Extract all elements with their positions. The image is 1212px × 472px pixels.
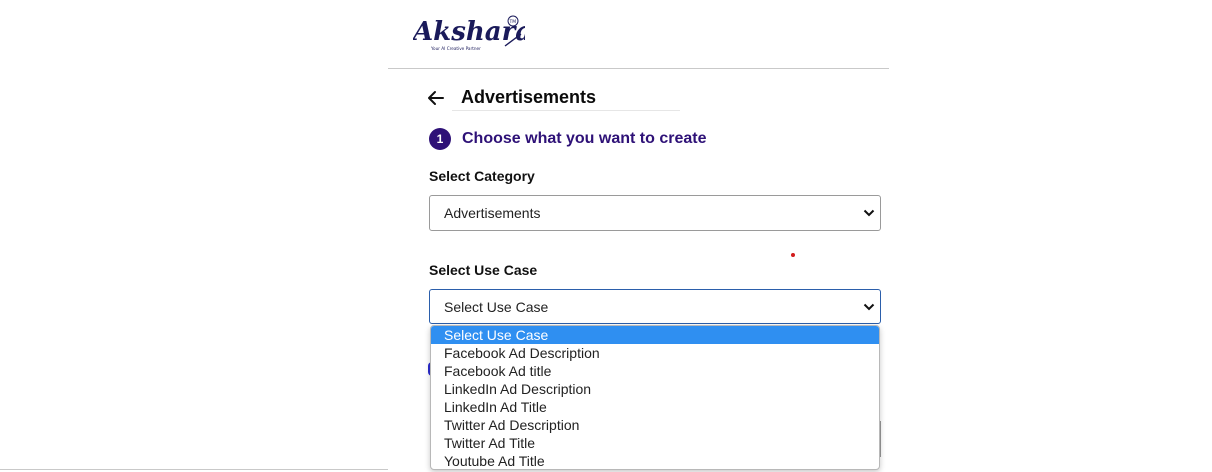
category-select-value: Advertisements [444,205,541,221]
chevron-down-icon [863,209,875,217]
dropdown-option[interactable]: LinkedIn Ad Title [431,398,879,416]
dropdown-option[interactable]: LinkedIn Ad Description [431,380,879,398]
category-label: Select Category [429,168,535,184]
decorative-dot [791,253,795,257]
dropdown-option[interactable]: Youtube Ad Title [431,452,879,469]
dropdown-option[interactable]: Twitter Ad Description [431,416,879,434]
use-case-label: Select Use Case [429,262,538,278]
dropdown-option[interactable]: Twitter Ad Title [431,434,879,452]
category-select[interactable]: Advertisements [429,195,881,231]
use-case-dropdown-list[interactable]: Select Use Case Facebook Ad Description … [430,325,880,470]
dropdown-option[interactable]: Select Use Case [431,326,879,344]
step-number-badge: 1 [429,128,451,150]
page-title: Advertisements [461,87,597,107]
use-case-select-value: Select Use Case [444,298,549,315]
page-divider-bottom [0,469,388,470]
back-arrow-icon[interactable] [426,88,446,108]
app-frame: Akshara TM Your AI Creative Partner Adve… [388,0,889,472]
title-underline [452,110,680,111]
akshara-logo: Akshara TM Your AI Creative Partner [413,12,525,56]
svg-text:TM: TM [509,19,517,25]
dropdown-option[interactable]: Facebook Ad Description [431,344,879,362]
svg-text:Your AI Creative Partner: Your AI Creative Partner [430,46,481,51]
chevron-down-icon [863,303,875,310]
step-title: Choose what you want to create [462,130,707,147]
use-case-select[interactable]: Select Use Case [429,289,881,324]
header-divider [388,68,889,69]
dropdown-option[interactable]: Facebook Ad title [431,362,879,380]
